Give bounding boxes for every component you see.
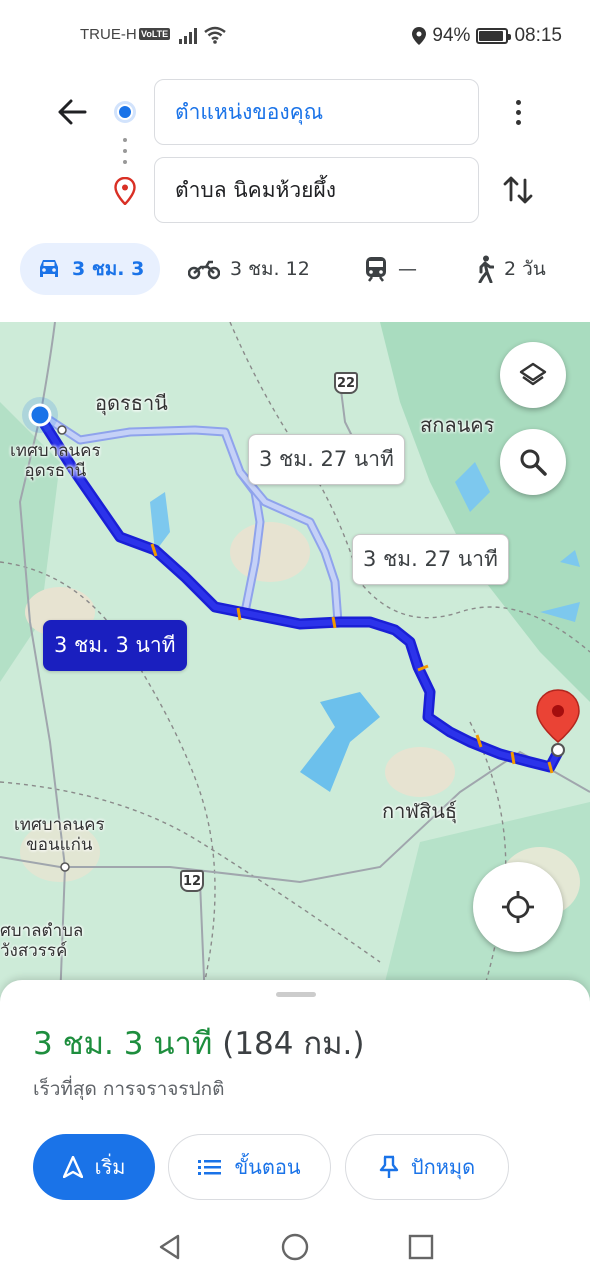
list-icon <box>198 1160 222 1175</box>
destination-field[interactable]: ตำบล นิคมห้วยผึ้ง <box>154 157 479 223</box>
arrow-left-icon <box>58 99 87 125</box>
route-shield-12: 12 <box>180 870 204 892</box>
layers-button[interactable] <box>500 342 566 408</box>
map-label-udon: อุดรธานี <box>95 391 168 415</box>
crosshair-icon <box>502 891 534 923</box>
route-subtitle: เร็วที่สุด การจราจรปกติ <box>33 1078 225 1100</box>
route-distance: (184 กม.) <box>222 1026 365 1062</box>
pin-button[interactable]: ปักหมุด <box>345 1134 509 1200</box>
location-icon <box>412 27 427 45</box>
status-bar: TRUE-H VoLTE 94% 08:15 <box>0 0 590 70</box>
nav-home-icon[interactable] <box>280 1232 310 1262</box>
train-icon <box>366 257 386 282</box>
origin-field[interactable]: ตำแหน่งของคุณ <box>154 79 479 145</box>
battery-icon <box>476 28 512 44</box>
tab-driving[interactable]: 3 ชม. 3 <box>20 243 161 295</box>
battery-percent: 94% <box>432 25 471 46</box>
alt-route-bubble-1[interactable]: 3 ชม. 27 นาที <box>248 434 405 485</box>
map-label-wangsawan: ศบาลตำบล วังสวรรค์ <box>0 921 84 961</box>
swap-icon[interactable] <box>498 170 538 210</box>
sheet-drag-handle[interactable] <box>276 992 316 997</box>
pin-button-label: ปักหมุด <box>410 1155 476 1179</box>
route-shield-22: 22 <box>334 372 358 394</box>
route-duration: 3 ชม. 3 นาที <box>33 1026 213 1062</box>
my-location-button[interactable] <box>473 862 563 952</box>
route-connector-dots <box>123 138 127 164</box>
alt-route-bubble-2[interactable]: 3 ชม. 27 นาที <box>352 534 509 585</box>
travel-mode-tabs: 3 ชม. 3 3 ชม. 12 — 2 วัน <box>0 240 590 298</box>
destination-pin-icon <box>114 177 136 205</box>
tab-motorcycle-label: 3 ชม. 12 <box>230 258 310 280</box>
route-summary: 3 ชม. 3 นาที (184 กม.) <box>33 1018 365 1068</box>
tab-transit[interactable]: — <box>364 243 417 295</box>
wifi-icon <box>204 26 226 44</box>
system-nav-bar <box>0 1210 590 1280</box>
start-button[interactable]: เริ่ม <box>33 1134 155 1200</box>
tab-walking[interactable]: 2 วัน <box>474 243 546 295</box>
nav-recents-icon[interactable] <box>406 1232 436 1262</box>
tab-transit-label: — <box>398 258 417 280</box>
back-button[interactable] <box>52 92 92 132</box>
pushpin-icon <box>379 1155 399 1178</box>
map-view[interactable]: อุดรธานี เทศบาลนคร อุดรธานี สกลนคร กาฬสิ… <box>0 322 590 1002</box>
nav-back-icon[interactable] <box>155 1232 185 1262</box>
map-label-udon-muni: เทศบาลนคร อุดรธานี <box>10 441 101 481</box>
primary-route-bubble[interactable]: 3 ชม. 3 นาที <box>43 620 187 671</box>
volte-badge: VoLTE <box>139 28 171 40</box>
start-button-label: เริ่ม <box>94 1155 126 1179</box>
search-button[interactable] <box>500 429 566 495</box>
map-label-sakon: สกลนคร <box>420 413 495 437</box>
steps-button-label: ขั้นตอน <box>234 1155 301 1179</box>
clock: 08:15 <box>514 25 562 46</box>
carrier-label: TRUE-H <box>80 26 137 43</box>
more-options-button[interactable] <box>500 92 536 132</box>
walk-icon <box>478 255 494 283</box>
search-icon <box>520 449 547 476</box>
map-label-khonkaen: เทศบาลนคร ขอนแก่น <box>14 815 105 855</box>
tab-driving-label: 3 ชม. 3 <box>72 258 145 280</box>
steps-button[interactable]: ขั้นตอน <box>168 1134 331 1200</box>
layers-icon <box>519 362 547 386</box>
origin-dot-icon <box>114 101 136 123</box>
map-label-kalasin: กาฬสินธุ์ <box>382 799 458 823</box>
motorcycle-icon <box>188 260 220 280</box>
tab-motorcycle[interactable]: 3 ชม. 12 <box>188 243 310 295</box>
signal-icon <box>179 28 197 44</box>
navigation-arrow-icon <box>62 1156 83 1178</box>
car-icon <box>40 260 58 277</box>
tab-walking-label: 2 วัน <box>504 258 546 280</box>
